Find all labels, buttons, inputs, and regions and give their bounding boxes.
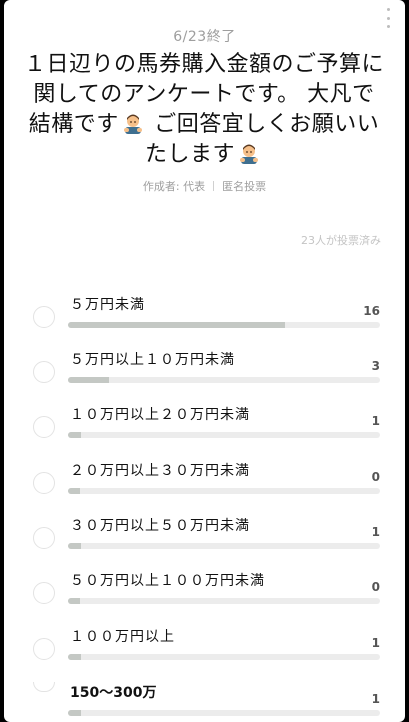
option-label: ３０万円以上５０万円未満 (70, 518, 250, 534)
vote-bar-fill (68, 710, 82, 716)
vote-count: 1 (371, 414, 380, 428)
option-label: 150〜300万 (70, 685, 157, 701)
radio-button[interactable] (33, 527, 55, 549)
vote-bar (68, 377, 380, 383)
option-label: １００万円以上 (70, 629, 175, 645)
poll-option[interactable]: １０万円以上２０万円未満 1 (4, 402, 405, 458)
poll-anonymous-label: 匿名投票 (222, 180, 267, 193)
radio-button[interactable] (33, 638, 55, 660)
poll-option[interactable]: 150〜300万 1 (4, 680, 405, 722)
vote-bar (68, 598, 380, 604)
poll-option[interactable]: １００万円以上 1 (4, 624, 405, 680)
poll-option[interactable]: ５０万円以上１００万円未満 0 (4, 568, 405, 624)
more-options-icon[interactable] (385, 8, 391, 28)
poll-card: 6/23終了 １日辺りの馬券購入金額のご予算に関してのアンケートです。 大凡で結… (4, 0, 405, 722)
vote-count: 1 (371, 525, 380, 539)
option-label: ５万円以上１０万円未満 (70, 352, 235, 368)
option-label: ２０万円以上３０万円未満 (70, 463, 250, 479)
vote-bar-fill (68, 488, 81, 494)
poll-author: 作成者: 代表 (142, 180, 206, 193)
option-label: １０万円以上２０万円未満 (70, 407, 250, 423)
vote-bar-fill (68, 432, 82, 438)
vote-bar (68, 654, 380, 660)
option-label: ５０万円以上１００万円未満 (70, 573, 265, 589)
vote-bar (68, 432, 380, 438)
vote-bar (68, 322, 380, 328)
option-label: ５万円未満 (70, 297, 145, 313)
vote-bar-fill (68, 654, 82, 660)
poll-option[interactable]: ５万円未満 16 (4, 292, 405, 348)
vote-count: 16 (363, 304, 380, 318)
vote-bar-fill (68, 543, 82, 549)
poll-option[interactable]: ５万円以上１０万円未満 3 (4, 347, 405, 403)
vote-count: 1 (371, 692, 380, 706)
vote-bar-fill (68, 322, 286, 328)
radio-button[interactable] (33, 361, 55, 383)
vote-bar (68, 710, 380, 716)
vote-bar-fill (68, 598, 81, 604)
vote-bar (68, 543, 380, 549)
poll-meta: 作成者: 代表 匿名投票 (4, 178, 405, 194)
person-bowing-icon (240, 144, 258, 164)
poll-title-text-2: ご回答宜しくお願いいたします (144, 112, 380, 167)
radio-button[interactable] (33, 472, 55, 494)
poll-title: １日辺りの馬券購入金額のご予算に関してのアンケートです。 大凡で結構です ご回答… (24, 50, 384, 170)
vote-bar-fill (68, 377, 109, 383)
vote-count: 0 (371, 580, 380, 594)
vote-bar (68, 488, 380, 494)
person-bowing-icon (123, 114, 142, 134)
vote-count: 1 (371, 636, 380, 650)
meta-divider (213, 181, 215, 191)
vote-count: 0 (371, 470, 380, 484)
radio-button[interactable] (33, 682, 55, 692)
poll-option[interactable]: ３０万円以上５０万円未満 1 (4, 513, 405, 569)
radio-button[interactable] (33, 306, 55, 328)
poll-option[interactable]: ２０万円以上３０万円未満 0 (4, 458, 405, 514)
voter-count: 23人が投票済み (301, 234, 381, 247)
radio-button[interactable] (33, 582, 55, 604)
poll-end-date: 6/23終了 (173, 29, 236, 45)
radio-button[interactable] (33, 416, 55, 438)
vote-count: 3 (371, 359, 380, 373)
